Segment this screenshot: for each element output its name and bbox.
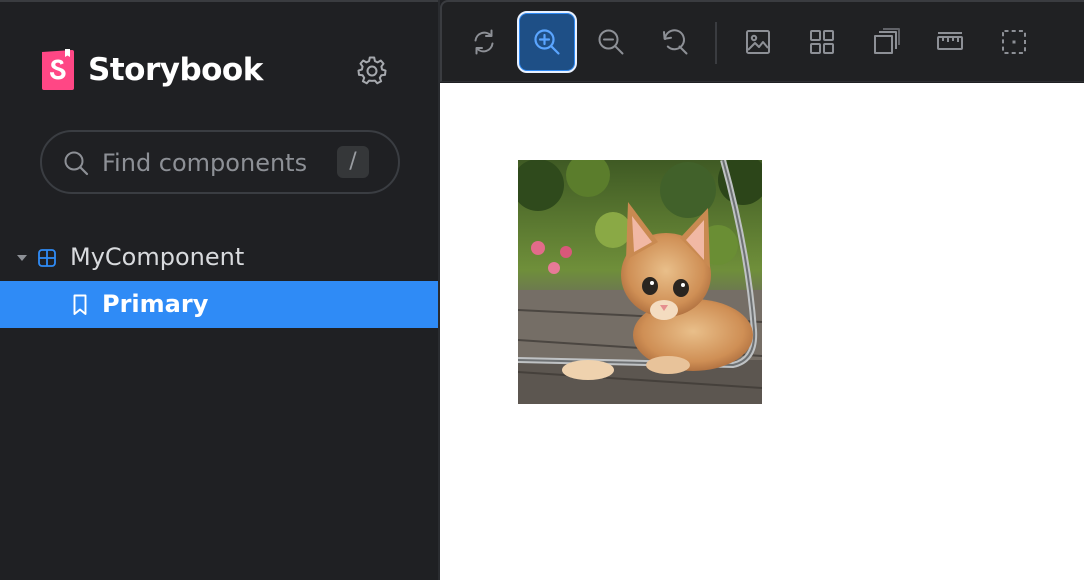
toolbar [440, 0, 1084, 82]
tree-item-primary-story[interactable]: Primary [0, 281, 439, 328]
viewport-button[interactable] [856, 11, 916, 73]
toolbar-separator [715, 22, 717, 64]
search-placeholder: Find components [102, 149, 308, 177]
story-label: Primary [102, 290, 209, 318]
storybook-logo-icon [42, 49, 74, 90]
zoom-in-button[interactable] [517, 11, 577, 73]
outline-selection-icon [1002, 30, 1026, 54]
measure-button[interactable] [920, 11, 980, 73]
component-label: MyComponent [70, 243, 245, 271]
gear-icon [357, 56, 387, 85]
zoom-reset-icon [663, 29, 688, 55]
kitten-photo [518, 160, 762, 404]
zoom-reset-button[interactable] [645, 11, 705, 73]
outline-button[interactable] [984, 11, 1044, 73]
grid-icon [810, 30, 834, 54]
ruler-icon [937, 32, 963, 50]
grid-button[interactable] [792, 11, 852, 73]
reload-button[interactable] [454, 11, 514, 73]
background-image-icon [746, 30, 770, 54]
chevron-down-icon[interactable] [16, 253, 28, 263]
brand[interactable]: Storybook [40, 48, 263, 92]
sidebar-top-border [0, 0, 439, 2]
component-tree: MyComponent Primary [0, 234, 439, 328]
tree-item-mycomponent[interactable]: MyComponent [0, 234, 439, 281]
viewport-outline-icon [874, 28, 900, 54]
storybook-app: Storybook Find components / MyComponent … [0, 0, 1084, 580]
component-grid-icon [38, 249, 56, 267]
settings-button[interactable] [355, 53, 389, 87]
zoom-out-icon [598, 29, 624, 55]
story-canvas [440, 83, 1084, 580]
zoom-in-icon [534, 29, 560, 55]
search-field[interactable]: Find components / [40, 130, 400, 194]
sidebar: Storybook Find components / MyComponent … [0, 0, 439, 580]
background-button[interactable] [728, 11, 788, 73]
preview-area [440, 0, 1084, 580]
brand-name: Storybook [88, 52, 263, 88]
search-shortcut-key: / [337, 146, 369, 178]
bookmark-icon [73, 294, 87, 315]
search-icon [64, 151, 89, 176]
reload-icon [474, 29, 494, 55]
zoom-out-button[interactable] [581, 11, 641, 73]
